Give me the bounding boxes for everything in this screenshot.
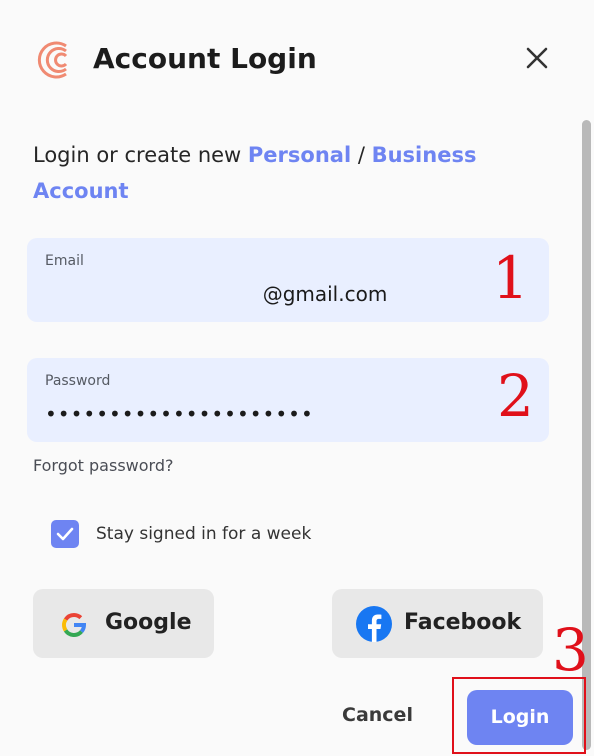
intro-separator: / [351, 143, 372, 167]
dialog-title: Account Login [93, 42, 317, 75]
email-field[interactable]: Email [27, 238, 549, 322]
dialog-header: Account Login [0, 0, 594, 112]
cancel-button[interactable]: Cancel [342, 704, 413, 726]
facebook-button-label: Facebook [404, 610, 522, 635]
forgot-password-link[interactable]: Forgot password? [33, 456, 173, 475]
facebook-icon [356, 606, 392, 642]
password-field[interactable]: Password [27, 358, 549, 442]
checkmark-icon [56, 527, 74, 541]
google-button-label: Google [105, 610, 192, 635]
brand-logo-icon [37, 41, 68, 79]
stay-signed-in-label: Stay signed in for a week [96, 524, 312, 544]
annotation-step-1: 1 [492, 244, 529, 312]
password-input[interactable] [45, 398, 535, 430]
facebook-login-button[interactable]: Facebook [332, 589, 543, 658]
personal-account-link[interactable]: Personal [248, 143, 351, 167]
login-button[interactable]: Login [467, 690, 573, 745]
close-icon[interactable] [520, 41, 554, 75]
email-input[interactable] [45, 278, 535, 310]
stay-signed-in-checkbox[interactable] [51, 520, 79, 548]
google-icon [62, 613, 87, 637]
annotation-step-3: 3 [552, 616, 589, 684]
account-login-dialog: Account Login Login or create new Person… [0, 0, 594, 756]
password-label: Password [45, 373, 111, 389]
intro-text: Login or create new Personal / Business … [33, 137, 513, 209]
annotation-step-2: 2 [497, 362, 534, 430]
intro-prefix: Login or create new [33, 143, 248, 167]
email-label: Email [45, 253, 84, 269]
google-login-button[interactable]: Google [33, 589, 214, 658]
